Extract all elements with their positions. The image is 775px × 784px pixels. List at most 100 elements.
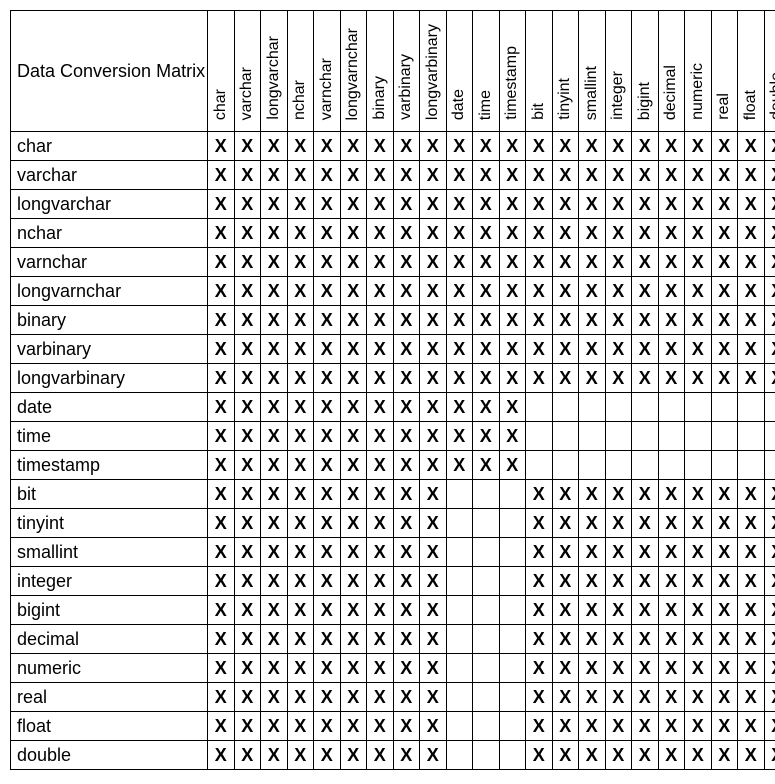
matrix-cell: X	[552, 277, 579, 306]
matrix-cell: X	[340, 654, 367, 683]
matrix-cell	[552, 422, 579, 451]
matrix-cell: X	[711, 596, 738, 625]
matrix-cell: X	[605, 509, 632, 538]
matrix-cell: X	[261, 132, 288, 161]
matrix-cell: X	[314, 393, 341, 422]
matrix-cell: X	[605, 683, 632, 712]
matrix-cell: X	[632, 741, 659, 770]
matrix-cell: X	[764, 190, 775, 219]
matrix-cell: X	[499, 335, 526, 364]
matrix-cell: X	[367, 451, 394, 480]
table-row: timeXXXXXXXXXXXX	[11, 422, 775, 451]
matrix-cell: X	[234, 364, 261, 393]
table-row: decimalXXXXXXXXXXXXXXXXXXX	[11, 625, 775, 654]
matrix-cell: X	[605, 190, 632, 219]
matrix-cell: X	[473, 364, 500, 393]
matrix-cell: X	[738, 654, 765, 683]
row-header: numeric	[11, 654, 208, 683]
matrix-cell: X	[526, 654, 553, 683]
matrix-cell: X	[552, 335, 579, 364]
matrix-cell: X	[261, 654, 288, 683]
matrix-cell: X	[473, 306, 500, 335]
matrix-cell: X	[685, 509, 712, 538]
matrix-cell: X	[287, 683, 314, 712]
col-header-label: bit	[530, 99, 548, 126]
matrix-cell: X	[287, 248, 314, 277]
matrix-cell: X	[261, 509, 288, 538]
matrix-cell: X	[526, 219, 553, 248]
matrix-cell: X	[738, 161, 765, 190]
col-header: real	[711, 11, 738, 132]
matrix-cell: X	[605, 625, 632, 654]
matrix-cell: X	[579, 161, 606, 190]
matrix-cell: X	[764, 567, 775, 596]
matrix-cell: X	[473, 451, 500, 480]
matrix-cell: X	[420, 335, 447, 364]
matrix-cell: X	[234, 306, 261, 335]
col-header-label: char	[212, 85, 230, 126]
matrix-cell	[738, 422, 765, 451]
matrix-cell: X	[579, 132, 606, 161]
matrix-cell	[473, 596, 500, 625]
matrix-cell: X	[420, 422, 447, 451]
matrix-cell	[685, 422, 712, 451]
matrix-cell: X	[314, 712, 341, 741]
matrix-cell: X	[711, 654, 738, 683]
matrix-cell: X	[261, 219, 288, 248]
matrix-cell: X	[393, 132, 420, 161]
matrix-cell: X	[314, 161, 341, 190]
matrix-cell: X	[393, 741, 420, 770]
matrix-cell: X	[552, 538, 579, 567]
matrix-cell: X	[420, 190, 447, 219]
matrix-cell: X	[738, 480, 765, 509]
matrix-cell: X	[287, 306, 314, 335]
matrix-cell	[685, 451, 712, 480]
matrix-cell: X	[499, 422, 526, 451]
matrix-cell: X	[499, 364, 526, 393]
matrix-cell	[526, 393, 553, 422]
col-header-label: varchar	[238, 63, 256, 126]
matrix-cell: X	[446, 364, 473, 393]
matrix-cell: X	[526, 190, 553, 219]
row-header: varnchar	[11, 248, 208, 277]
matrix-cell: X	[658, 219, 685, 248]
col-header: longvarchar	[261, 11, 288, 132]
table-row: varbinaryXXXXXXXXXXXXXXXXXXXXXX	[11, 335, 775, 364]
matrix-cell: X	[314, 190, 341, 219]
matrix-cell: X	[605, 161, 632, 190]
matrix-cell: X	[526, 277, 553, 306]
matrix-cell: X	[711, 277, 738, 306]
matrix-cell: X	[287, 132, 314, 161]
matrix-cell: X	[499, 393, 526, 422]
matrix-cell: X	[234, 393, 261, 422]
col-header: double	[764, 11, 775, 132]
matrix-cell: X	[208, 741, 235, 770]
matrix-cell: X	[685, 538, 712, 567]
matrix-cell	[738, 451, 765, 480]
matrix-cell: X	[605, 306, 632, 335]
matrix-cell: X	[287, 277, 314, 306]
col-header: numeric	[685, 11, 712, 132]
matrix-cell: X	[420, 567, 447, 596]
matrix-cell: X	[579, 364, 606, 393]
matrix-cell: X	[367, 509, 394, 538]
matrix-cell: X	[473, 393, 500, 422]
table-row: bigintXXXXXXXXXXXXXXXXXXX	[11, 596, 775, 625]
col-header-label: tinyint	[556, 74, 574, 126]
matrix-cell: X	[605, 741, 632, 770]
matrix-cell: X	[764, 712, 775, 741]
matrix-cell: X	[579, 567, 606, 596]
matrix-cell: X	[605, 596, 632, 625]
matrix-cell: X	[314, 219, 341, 248]
matrix-cell: X	[552, 132, 579, 161]
row-header: timestamp	[11, 451, 208, 480]
matrix-cell: X	[314, 480, 341, 509]
matrix-cell: X	[738, 538, 765, 567]
matrix-cell: X	[579, 306, 606, 335]
matrix-cell: X	[658, 712, 685, 741]
matrix-cell: X	[738, 683, 765, 712]
matrix-cell: X	[738, 712, 765, 741]
matrix-cell	[658, 451, 685, 480]
matrix-cell: X	[632, 712, 659, 741]
matrix-cell: X	[314, 451, 341, 480]
